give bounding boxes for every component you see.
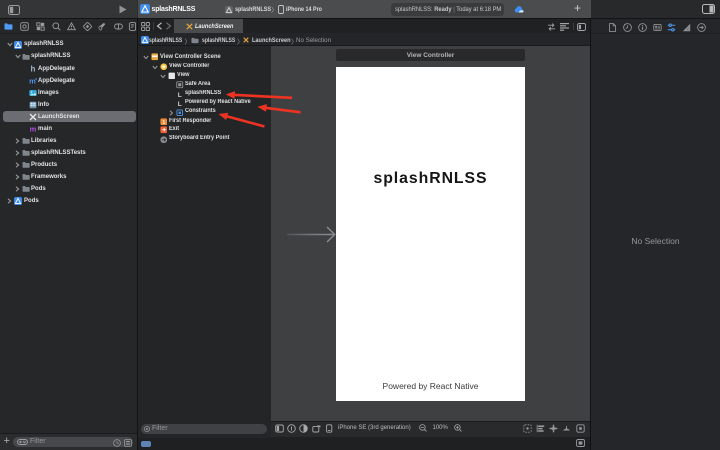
svg-text:m: m bbox=[29, 77, 36, 85]
svg-text:m: m bbox=[29, 125, 36, 133]
svg-text:L: L bbox=[178, 101, 182, 107]
svg-text:h: h bbox=[30, 65, 35, 73]
svg-text:1: 1 bbox=[162, 120, 165, 126]
svg-text:L: L bbox=[178, 92, 182, 98]
